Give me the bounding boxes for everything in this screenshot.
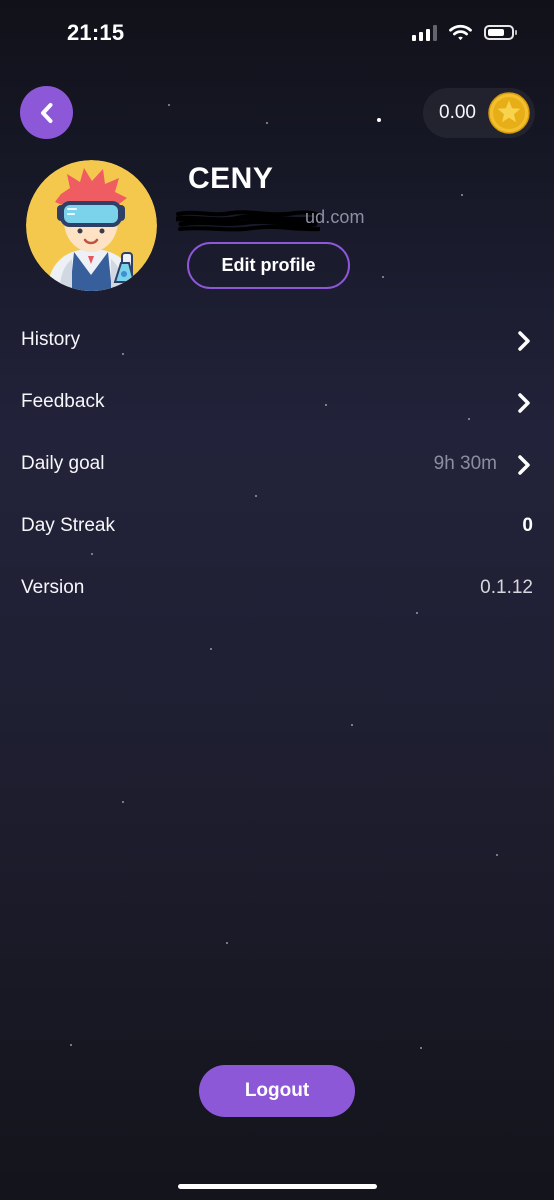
menu-label: Version: [21, 577, 85, 598]
menu-label: History: [21, 329, 81, 350]
home-indicator: [178, 1184, 377, 1189]
logout-button[interactable]: Logout: [199, 1065, 355, 1117]
menu-row-version: Version 0.1.12: [21, 569, 534, 609]
chevron-left-icon: [40, 102, 52, 123]
chevron-right-icon: [518, 455, 530, 475]
back-button[interactable]: [20, 86, 73, 139]
daily-goal-value: 9h 30m: [433, 453, 497, 474]
coin-balance-pill[interactable]: 0.00: [423, 88, 535, 138]
status-bar: 21:15: [0, 0, 554, 66]
profile-email: ud.com: [176, 207, 406, 232]
menu-row-daily-goal[interactable]: Daily goal 9h 30m: [21, 445, 534, 485]
coin-balance: 0.00: [439, 102, 476, 123]
status-time: 21:15: [67, 20, 125, 45]
menu-label: Day Streak: [21, 515, 115, 536]
status-icons: [412, 24, 517, 41]
scientist-avatar-icon: [26, 160, 157, 291]
email-redaction-scribble: [176, 210, 320, 232]
wifi-icon: [449, 24, 472, 41]
version-value: 0.1.12: [480, 577, 533, 598]
edit-profile-button[interactable]: Edit profile: [187, 242, 350, 289]
email-visible-suffix: ud.com: [305, 207, 365, 227]
menu-row-history[interactable]: History: [21, 321, 534, 361]
signal-icon: [412, 24, 437, 41]
day-streak-value: 0: [522, 515, 533, 536]
profile-name: CENY: [188, 162, 274, 195]
profile-screen: 21:15 0.00 CENY ud.com Edit profile Hist…: [0, 0, 554, 1200]
menu-label: Feedback: [21, 391, 105, 412]
chevron-right-icon: [518, 331, 530, 351]
menu-label: Daily goal: [21, 453, 105, 474]
menu-row-day-streak: Day Streak 0: [21, 507, 534, 547]
gold-coin-icon: [488, 92, 530, 134]
avatar: [26, 160, 157, 291]
menu-row-feedback[interactable]: Feedback: [21, 383, 534, 423]
chevron-right-icon: [518, 393, 530, 413]
battery-icon: [484, 25, 517, 40]
